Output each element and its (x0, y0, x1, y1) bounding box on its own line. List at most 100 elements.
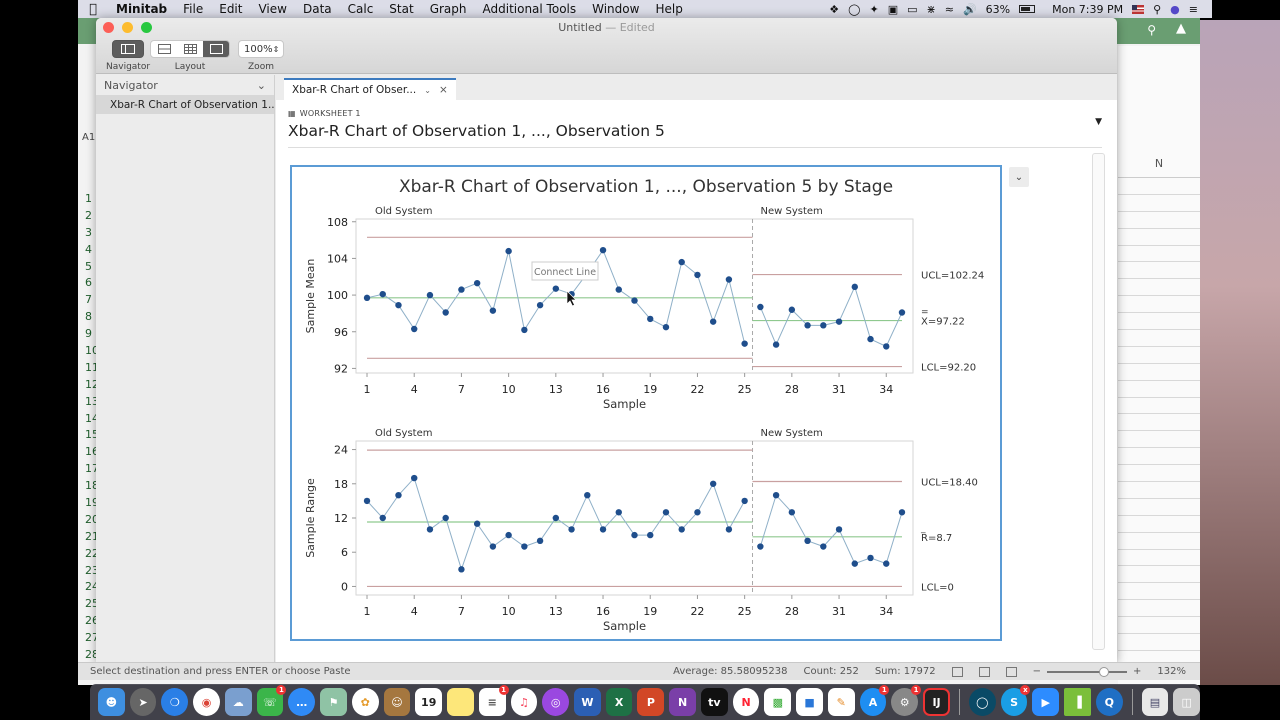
share-icon[interactable]: ▲ (1176, 21, 1186, 36)
menu-stat[interactable]: Stat (381, 2, 421, 16)
clock[interactable]: Mon 7:39 PM (1052, 3, 1123, 16)
chrome-icon[interactable]: ◉ (193, 688, 220, 716)
app-store-icon[interactable]: A1 (859, 685, 890, 716)
powerpoint-icon[interactable]: P (637, 688, 665, 716)
name-box[interactable]: A1 (82, 132, 95, 143)
apple-icon[interactable]:  (78, 2, 108, 17)
quicktime-icon[interactable]: Q (1095, 688, 1123, 716)
xbar-stage-label-new: New System (761, 206, 823, 217)
navigator-toggle-button[interactable] (112, 40, 145, 58)
siri-icon[interactable]: ● (1170, 3, 1180, 16)
wifi-icon[interactable]: ≈ (945, 3, 954, 16)
layout-split-button[interactable] (177, 41, 203, 57)
graph-options-button[interactable]: ⌄ (1009, 167, 1029, 187)
notes-icon[interactable] (447, 688, 474, 716)
sync-icon[interactable]: ◯ (848, 3, 860, 16)
page-layout-view-icon[interactable] (978, 666, 990, 677)
news-icon[interactable]: N (732, 688, 760, 716)
dropbox-icon[interactable]: ❖ (829, 3, 839, 16)
menu-view[interactable]: View (250, 2, 294, 16)
menu-edit[interactable]: Edit (211, 2, 250, 16)
close-tab-icon[interactable]: × (439, 84, 448, 96)
xbar-point (772, 341, 780, 348)
stepper-icon: ⇕ (272, 44, 280, 54)
xbar-point (709, 318, 717, 325)
webex-icon[interactable]: ◯ (968, 688, 996, 716)
system-preferences-icon[interactable]: ⚙ 1 (891, 685, 922, 716)
launchpad-icon[interactable]: ➤ (129, 688, 157, 716)
apple-tv-icon[interactable]: tv (700, 688, 728, 716)
status-sum: Sum: 17972 (874, 666, 936, 677)
grid-row (1118, 246, 1200, 263)
word-icon[interactable]: W (574, 688, 601, 716)
xbar-point (411, 325, 418, 333)
notification-center-icon[interactable]: ≡ (1189, 3, 1198, 16)
vertical-scrollbar[interactable] (1092, 153, 1105, 650)
malwarebytes-icon[interactable]: ✦ (869, 3, 878, 16)
podcasts-icon[interactable]: ◎ (542, 688, 570, 716)
facetime-icon[interactable]: ☏ 1 (256, 685, 287, 716)
menu-calc[interactable]: Calc (340, 2, 382, 16)
search-icon[interactable]: ⚲ (1147, 23, 1156, 37)
zoom-in-icon[interactable]: + (1133, 666, 1141, 677)
column-header-n[interactable]: N (1118, 150, 1200, 178)
reminders-icon[interactable]: ≡ 1 (478, 685, 509, 716)
numbers-icon[interactable]: ▩ (764, 688, 792, 716)
battery-percent[interactable]: 63% (986, 3, 1010, 16)
menu-graph[interactable]: Graph (422, 2, 475, 16)
navigator-item[interactable]: Xbar-R Chart of Observation 1... (96, 95, 274, 114)
zoom-out-icon[interactable]: − (1033, 666, 1041, 677)
graph-frame[interactable]: Xbar-R Chart of Observation 1, ..., Obse… (290, 165, 1002, 641)
safari-icon[interactable]: ❍ (161, 688, 189, 716)
zoom-app-icon[interactable]: ▶ (1032, 688, 1060, 716)
input-source-flag-icon[interactable] (1132, 4, 1145, 14)
xbar-xlabel: Sample (603, 397, 646, 411)
xbar-ucl-label: UCL=102.24 (921, 271, 984, 282)
menu-app[interactable]: Minitab (108, 2, 175, 16)
excel-icon[interactable]: X (605, 688, 633, 716)
trash-icon[interactable]: ◫ (1173, 688, 1201, 716)
airplay-icon[interactable]: ▭ (907, 3, 917, 16)
maps-icon[interactable]: ⚑ (320, 688, 347, 716)
xbar-ytick-label: 92 (334, 362, 348, 375)
page-break-view-icon[interactable] (1005, 666, 1017, 677)
normal-view-icon[interactable] (951, 666, 963, 677)
finder-icon[interactable]: ☻ (98, 688, 125, 716)
calendar-icon[interactable]: 19 (415, 688, 443, 716)
menu-data[interactable]: Data (295, 2, 340, 16)
tab-menu-chevron-icon[interactable]: ⌄ (424, 86, 431, 95)
menu-additional-tools[interactable]: Additional Tools (475, 2, 585, 16)
volume-icon[interactable]: 🔊 (963, 3, 977, 16)
range-series-line-old (366, 477, 746, 571)
xbar-point (615, 286, 622, 293)
bi-icon[interactable]: ▣ (888, 3, 898, 16)
bluetooth-icon[interactable]: ⋇ (927, 3, 936, 16)
zoom-slider[interactable]: − + (1033, 666, 1142, 677)
layout-worksheet-button[interactable] (151, 41, 177, 57)
messages-icon[interactable]: … (288, 688, 316, 716)
skype-icon[interactable]: Sx (1000, 685, 1031, 716)
keynote-icon[interactable]: ■ (796, 688, 823, 716)
preview-icon[interactable]: ☁ (224, 688, 252, 716)
spotlight-icon[interactable]: ⚲ (1153, 3, 1161, 16)
layout-output-button[interactable] (203, 41, 229, 57)
intellij-icon[interactable]: IJ (923, 688, 950, 716)
output-dropdown-icon[interactable]: ▼ (1095, 117, 1102, 127)
xbar-point (851, 283, 858, 291)
pages-icon[interactable]: ✎ (827, 688, 855, 716)
downloads-stack-icon[interactable]: ▤ (1141, 688, 1169, 716)
chevron-down-icon[interactable]: ⌄ (257, 79, 266, 92)
contacts-icon[interactable]: ☺ (383, 688, 411, 716)
tab-xbar-r-chart[interactable]: Xbar-R Chart of Obser... ⌄ × (284, 78, 456, 100)
onenote-icon[interactable]: N (669, 688, 696, 716)
music-icon[interactable]: ♫ (510, 688, 538, 716)
zoom-stepper[interactable]: 100% ⇕ (238, 40, 284, 58)
xbar-point (426, 291, 434, 299)
range-point (694, 509, 701, 516)
photos-icon[interactable]: ✿ (351, 688, 379, 716)
menu-window[interactable]: Window (584, 2, 647, 16)
menu-file[interactable]: File (175, 2, 211, 16)
battery-icon[interactable] (1019, 5, 1036, 13)
minitab-icon[interactable]: ▐ (1064, 688, 1091, 716)
menu-help[interactable]: Help (647, 2, 690, 16)
